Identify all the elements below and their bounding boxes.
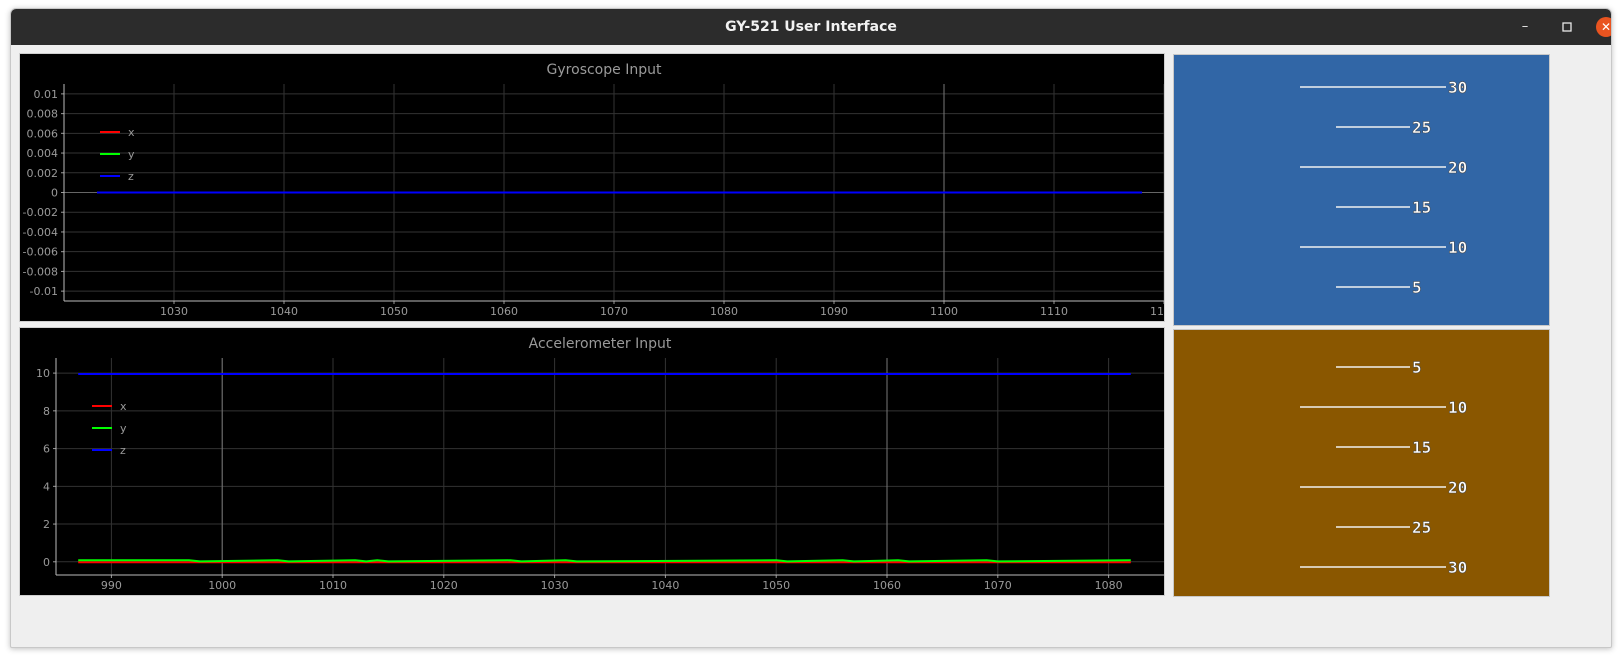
x-tick-label: 1070 [600, 305, 628, 318]
x-tick-label: 1120 [1150, 305, 1164, 318]
x-tick-label: 1030 [160, 305, 188, 318]
x-tick-label: 1070 [984, 579, 1012, 592]
y-tick-label: 0.01 [34, 88, 59, 101]
attitude-ground: 5 10 15 20 25 30 [1173, 329, 1550, 597]
x-tick-label: 1040 [270, 305, 298, 318]
y-tick-label: -0.01 [30, 285, 58, 298]
maximize-icon[interactable] [1558, 18, 1576, 36]
pitch-label: 15 [1412, 198, 1431, 217]
x-tick-label: 1000 [208, 579, 236, 592]
close-icon[interactable]: ✕ [1596, 17, 1611, 37]
accelerometer-plot[interactable]: Accelerometer Input 990 1000 1010 1020 1030 10… [19, 327, 1165, 596]
pitch-label: 5 [1412, 278, 1422, 297]
pitch-label: 30 [1448, 78, 1467, 97]
legend-label-y: y [128, 148, 135, 161]
pitch-ladder-upper: 30 25 20 15 10 5 [1300, 78, 1468, 297]
chart-title: Gyroscope Input [547, 62, 662, 78]
series-line-y [78, 559, 1131, 563]
y-tick-label: -0.002 [23, 206, 58, 219]
accelerometer-chart-svg[interactable]: Accelerometer Input990 1000 1010 1020 1030 10… [20, 328, 1164, 595]
y-tick-label: -0.006 [23, 246, 58, 259]
minimize-icon[interactable]: – [1516, 18, 1534, 36]
x-tick-label: 1030 [541, 579, 569, 592]
x-tick-label: 1100 [930, 305, 958, 318]
x-tick-label: 1050 [762, 579, 790, 592]
x-tick-label: 1020 [430, 579, 458, 592]
y-tick-label: 6 [43, 443, 50, 456]
x-tick-label: 1110 [1040, 305, 1068, 318]
y-tick-label: 0 [51, 187, 58, 200]
x-tick-label: 1040 [651, 579, 679, 592]
pitch-label: 10 [1448, 238, 1467, 257]
x-tick-label: 1050 [380, 305, 408, 318]
gyroscope-chart-svg[interactable]: Gyroscope Input 1030 1040 1050 1060 1070 1080 1… [20, 54, 1164, 321]
legend-label-x: x [120, 400, 127, 413]
pitch-label: 25 [1412, 118, 1431, 137]
gyroscope-plot[interactable]: Gyroscope Input 1030 1040 1050 1060 1070 1080 1… [19, 53, 1165, 322]
app-window: GY-521 User Interface – ✕ Gyroscope Inpu… [10, 8, 1612, 648]
x-tick-label: 1010 [319, 579, 347, 592]
y-tick-label: 0.002 [27, 167, 59, 180]
x-tick-label: 1080 [1095, 579, 1123, 592]
chart-title: Accelerometer Input [529, 336, 672, 352]
pitch-label: 20 [1448, 158, 1467, 177]
x-tick-label: 990 [101, 579, 122, 592]
legend-label-y: y [120, 422, 127, 435]
pitch-label: 30 [1448, 558, 1467, 577]
y-tick-label: 0.006 [27, 127, 59, 140]
x-tick-label: 1060 [873, 579, 901, 592]
x-tick-label: 1080 [710, 305, 738, 318]
attitude-sky: 30 25 20 15 10 5 [1173, 54, 1550, 326]
y-tick-label: 10 [36, 367, 50, 380]
y-tick-label: 2 [43, 518, 50, 531]
legend-label-z: z [120, 444, 126, 457]
y-tick-label: 0.008 [27, 108, 59, 121]
legend-label-x: x [128, 126, 135, 139]
x-tick-label: 1060 [490, 305, 518, 318]
x-tick-label: 1090 [820, 305, 848, 318]
pitch-label: 10 [1448, 398, 1467, 417]
pitch-label: 25 [1412, 518, 1431, 537]
y-tick-label: 0 [43, 556, 50, 569]
window-title: GY-521 User Interface [725, 19, 897, 35]
pitch-label: 5 [1412, 358, 1422, 377]
title-bar[interactable]: GY-521 User Interface – ✕ [11, 9, 1611, 45]
y-tick-label: 4 [43, 480, 50, 493]
y-tick-label: 0.004 [27, 147, 59, 160]
y-tick-label: 8 [43, 405, 50, 418]
pitch-ladder-lower: 5 10 15 20 25 30 [1300, 358, 1468, 577]
pitch-label: 20 [1448, 478, 1467, 497]
y-tick-label: -0.004 [23, 226, 58, 239]
legend-label-z: z [128, 170, 134, 183]
y-tick-label: -0.008 [23, 265, 58, 278]
pitch-label: 15 [1412, 438, 1431, 457]
